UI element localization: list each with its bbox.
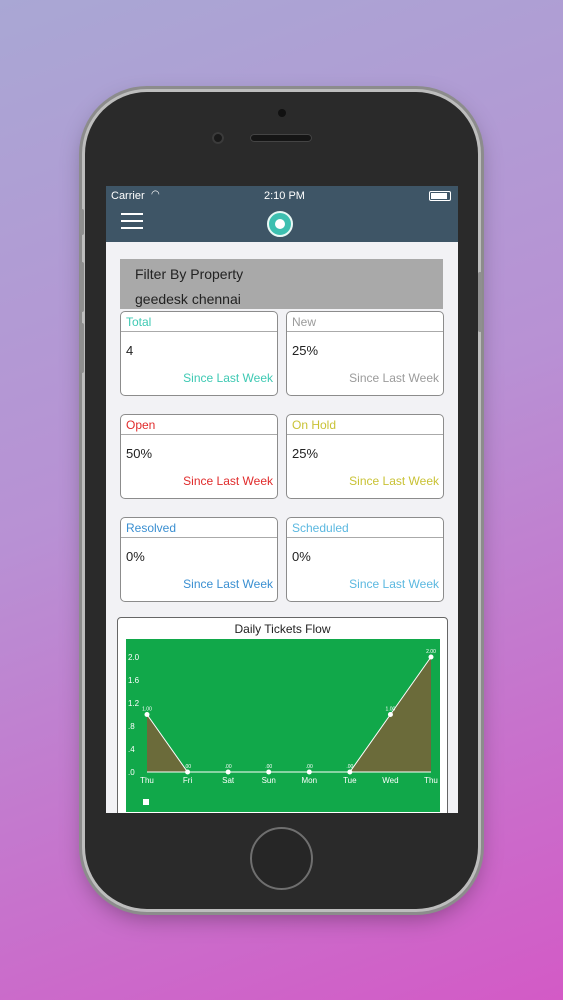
card-since: Since Last Week <box>183 371 273 385</box>
y-tick-label: .4 <box>128 745 135 754</box>
x-tick-label: Sun <box>262 776 276 785</box>
card-since: Since Last Week <box>349 474 439 488</box>
card-value: 25% <box>292 343 319 358</box>
card-since: Since Last Week <box>183 577 273 591</box>
power-button <box>478 272 482 332</box>
data-label: .00 <box>346 764 353 770</box>
card-title: Open <box>121 415 277 435</box>
card-resolved[interactable]: Resolved 0% Since Last Week <box>120 517 278 602</box>
card-title: On Hold <box>287 415 443 435</box>
app-logo-icon <box>267 211 293 237</box>
dashboard-content: Filter By Property geedesk chennai Total… <box>106 242 458 813</box>
y-tick-label: 2.0 <box>128 653 140 662</box>
data-point <box>225 769 231 775</box>
data-label: 1.00 <box>142 707 152 713</box>
card-value: 0% <box>126 549 145 564</box>
data-point <box>306 769 312 775</box>
data-point <box>185 769 191 775</box>
x-tick-label: Sat <box>222 776 235 785</box>
status-time: 2:10 PM <box>264 190 305 202</box>
data-point <box>266 769 272 775</box>
x-tick-label: Mon <box>302 776 318 785</box>
front-camera <box>212 132 224 144</box>
card-since: Since Last Week <box>183 474 273 488</box>
carrier-label: Carrier <box>111 190 145 202</box>
menu-icon[interactable] <box>121 213 143 231</box>
wifi-icon: ◠ <box>151 189 160 200</box>
proximity-sensor <box>278 109 286 117</box>
card-value: 4 <box>126 343 134 358</box>
x-tick-label: Wed <box>382 776 398 785</box>
card-title: Total <box>121 312 277 332</box>
home-button[interactable] <box>250 827 313 890</box>
card-on-hold[interactable]: On Hold 25% Since Last Week <box>286 414 444 499</box>
x-tick-label: Fri <box>183 776 193 785</box>
data-label: 1.00 <box>386 707 396 713</box>
property-filter[interactable]: Filter By Property geedesk chennai <box>120 259 443 309</box>
card-title: Resolved <box>121 518 277 538</box>
x-tick-label: Thu <box>424 776 438 785</box>
data-label: .00 <box>265 764 272 770</box>
battery-icon <box>429 191 451 201</box>
chart-title: Daily Tickets Flow <box>234 622 331 636</box>
volume-up-button <box>80 262 84 312</box>
card-open[interactable]: Open 50% Since Last Week <box>120 414 278 499</box>
stats-cards: Total 4 Since Last Week New 25% Since La… <box>117 311 447 620</box>
data-label: .00 <box>184 764 191 770</box>
earpiece-speaker <box>250 134 312 142</box>
nav-bar <box>106 206 458 242</box>
card-title: New <box>287 312 443 332</box>
card-value: 50% <box>126 446 153 461</box>
mute-switch <box>80 209 84 235</box>
card-new[interactable]: New 25% Since Last Week <box>286 311 444 396</box>
card-since: Since Last Week <box>349 371 439 385</box>
legend-swatch <box>143 799 149 805</box>
filter-title: Filter By Property <box>135 266 244 282</box>
x-tick-label: Tue <box>343 776 357 785</box>
phone-frame: Carrier ◠ 2:10 PM Filter By Property gee… <box>80 92 482 909</box>
card-value: 25% <box>292 446 319 461</box>
card-total[interactable]: Total 4 Since Last Week <box>120 311 278 396</box>
data-point <box>387 712 393 717</box>
y-tick-label: .0 <box>128 768 135 777</box>
data-point <box>347 769 353 775</box>
status-bar: Carrier ◠ 2:10 PM <box>106 186 458 206</box>
x-tick-label: Thu <box>140 776 154 785</box>
card-scheduled[interactable]: Scheduled 0% Since Last Week <box>286 517 444 602</box>
y-tick-label: 1.2 <box>128 699 140 708</box>
daily-tickets-chart: Daily Tickets Flow 2.0 1.6 1.2 .8 .4 .0 1.00 .0… <box>117 617 448 813</box>
chart-plot: 2.0 1.6 1.2 .8 .4 .0 1.00 .00 .00 .00 .00 .00 1.00 2.… <box>126 639 440 812</box>
y-tick-label: 1.6 <box>128 676 140 685</box>
volume-down-button <box>80 323 84 373</box>
data-point <box>428 654 434 660</box>
card-title: Scheduled <box>287 518 443 538</box>
card-since: Since Last Week <box>349 577 439 591</box>
data-label: .00 <box>306 764 313 770</box>
filter-value: geedesk chennai <box>135 291 241 307</box>
app-screen: Carrier ◠ 2:10 PM Filter By Property gee… <box>106 186 458 813</box>
y-tick-label: .8 <box>128 722 135 731</box>
data-point <box>144 712 150 717</box>
card-value: 0% <box>292 549 311 564</box>
data-label: 2.00 <box>426 649 436 655</box>
data-label: .00 <box>225 764 232 770</box>
